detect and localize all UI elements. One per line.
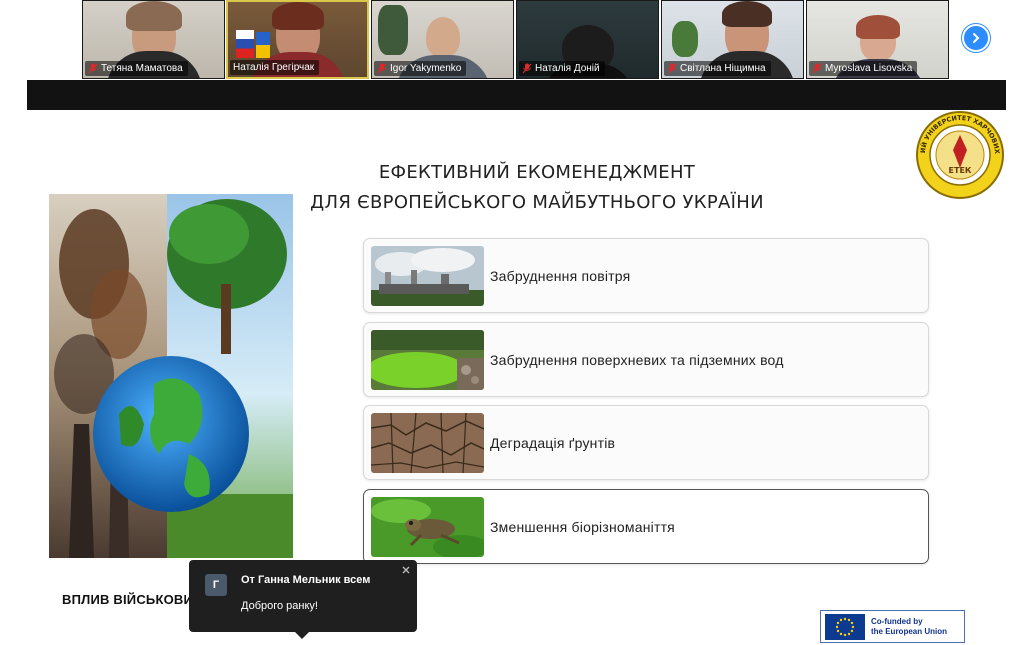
participant-name-bar: Наталія Грегірчак: [230, 60, 320, 75]
mic-muted-icon: [812, 63, 822, 74]
topic-card-soil-degradation: Деградація ґрунтів: [363, 405, 929, 480]
topic-label: Забруднення поверхневих та підземних вод: [490, 351, 784, 368]
shared-screen-slide: ЕФЕКТИВНИЙ ЕКОМЕНЕДЖМЕНТ ДЛЯ ЄВРОПЕЙСЬКО…: [27, 110, 1006, 643]
svg-text:ЕТЕК: ЕТЕК: [949, 166, 972, 175]
flag-icon: [236, 30, 254, 58]
participant-tile[interactable]: Myroslava Lisovska: [806, 0, 949, 79]
participant-name-bar: Igor Yakymenko: [374, 61, 467, 76]
eu-flag-icon: [825, 613, 865, 640]
participant-tile[interactable]: Igor Yakymenko: [371, 0, 514, 79]
participant-tile-active[interactable]: Наталія Грегірчак: [226, 0, 369, 79]
participant-name-bar: Наталія Доній: [519, 61, 605, 76]
chevron-right-icon: [973, 33, 980, 43]
eu-label-line-2: the European Union: [871, 626, 947, 636]
chat-notification-popup[interactable]: Г От Ганна Мельник всем Доброго ранку!: [189, 560, 417, 639]
participant-name: Тетяна Маматова: [101, 62, 183, 74]
chat-sender-line: От Ганна Мельник всем: [241, 574, 371, 586]
topic-label: Забруднення повітря: [490, 267, 631, 284]
environment-collage-image: [49, 194, 293, 558]
eu-cofunded-badge: Co-funded by the European Union: [820, 610, 965, 643]
topic-card-water-pollution: Забруднення поверхневих та підземних вод: [363, 322, 929, 397]
participant-tile[interactable]: Світлана Ніщимна: [661, 0, 804, 79]
mic-muted-icon: [88, 63, 98, 74]
participant-name: Наталія Доній: [535, 62, 600, 74]
sender-avatar: Г: [205, 574, 227, 596]
slide-title-line-1: ЕФЕКТИВНИЙ ЕКОМЕНЕДЖМЕНТ: [378, 162, 696, 183]
frog-thumbnail: [371, 496, 484, 557]
participant-name: Igor Yakymenko: [390, 62, 462, 74]
slide-footer-heading: ВПЛИВ ВІЙСЬКОВИ: [62, 592, 194, 607]
factory-smoke-thumbnail: [371, 245, 484, 306]
participant-name-bar: Тетяна Маматова: [85, 61, 188, 76]
share-toolbar-strip: [27, 80, 1006, 110]
participant-tile[interactable]: Тетяна Маматова: [82, 0, 225, 79]
participant-name-bar: Світлана Ніщимна: [664, 61, 771, 76]
close-icon[interactable]: [400, 564, 412, 576]
popup-pointer: [295, 632, 309, 639]
eu-label-line-1: Co-funded by: [871, 616, 923, 626]
participant-name-bar: Myroslava Lisovska: [809, 61, 918, 76]
participant-name: Наталія Грегірчак: [233, 61, 315, 73]
green-water-thumbnail: [371, 329, 484, 390]
cracked-soil-thumbnail: [371, 412, 484, 473]
mic-muted-icon: [377, 63, 387, 74]
university-seal-logo: ЕТЕК НАЦІОНАЛЬНИЙ УНІВЕРСИТЕТ ХАРЧОВИХ Т…: [915, 110, 1004, 199]
chat-message-text: Доброго ранку!: [241, 600, 318, 612]
plant-decoration: [672, 21, 698, 57]
flag-icon: [256, 32, 270, 58]
mic-muted-icon: [667, 63, 677, 74]
slide-title-line-2: ДЛЯ ЄВРОПЕЙСЬКОГО МАЙБУТНЬОГО УКРАЇНИ: [310, 192, 764, 213]
mic-muted-icon: [522, 63, 532, 74]
topic-card-biodiversity-loss: Зменшення біорізноманіття: [363, 489, 929, 564]
video-gallery: Тетяна Маматова Наталія Грегірчак Igor Y…: [0, 0, 1024, 80]
participant-tile[interactable]: Наталія Доній: [516, 0, 659, 79]
next-page-button[interactable]: [962, 24, 990, 52]
topic-card-air-pollution: Забруднення повітря: [363, 238, 929, 313]
participant-name: Myroslava Lisovska: [825, 62, 913, 74]
participant-name: Світлана Ніщимна: [680, 62, 766, 74]
topic-label: Зменшення біорізноманіття: [490, 518, 675, 535]
topic-label: Деградація ґрунтів: [490, 434, 616, 451]
plant-decoration: [378, 5, 408, 55]
